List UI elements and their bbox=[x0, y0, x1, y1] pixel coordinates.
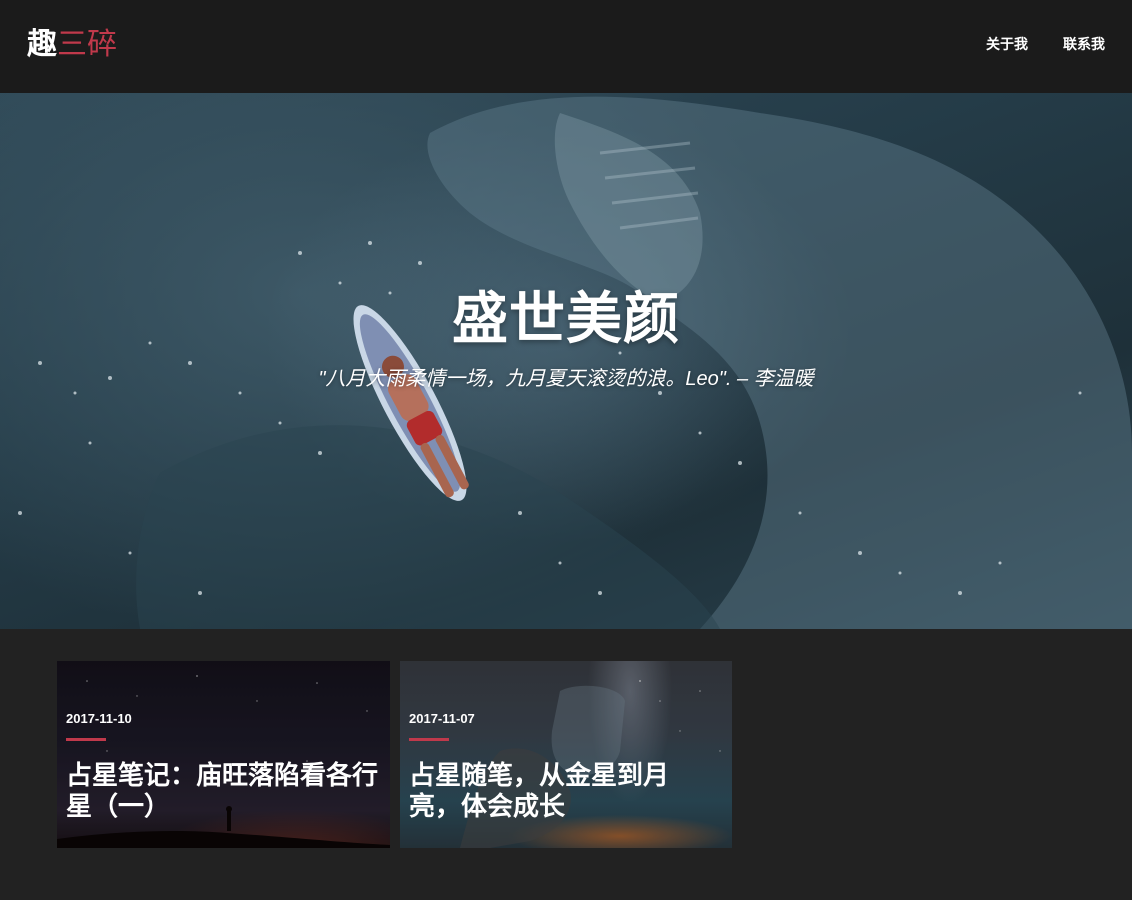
nav-link-about[interactable]: 关于我 bbox=[986, 33, 1028, 55]
post-accent-rule bbox=[66, 738, 106, 741]
site-logo[interactable]: 趣 三碎 bbox=[27, 26, 117, 64]
post-date: 2017-11-07 bbox=[409, 711, 475, 726]
post-title[interactable]: 占星笔记：庙旺落陷看各行星（一） bbox=[66, 760, 378, 822]
post-list: 2017-11-10 占星笔记：庙旺落陷看各行星（一） 2017-11-07 占… bbox=[57, 661, 732, 848]
post-accent-rule bbox=[409, 738, 449, 741]
post-card[interactable]: 2017-11-07 占星随笔，从金星到月亮，体会成长 bbox=[400, 661, 732, 848]
post-card[interactable]: 2017-11-10 占星笔记：庙旺落陷看各行星（一） bbox=[57, 661, 390, 848]
post-date: 2017-11-10 bbox=[66, 711, 132, 726]
hero-banner: 盛世美颜 "八月大雨柔情一场，九月夏天滚烫的浪。Leo". – 李温暖 bbox=[0, 93, 1132, 629]
logo-accent-text: 三碎 bbox=[57, 28, 117, 61]
post-title[interactable]: 占星随笔，从金星到月亮，体会成长 bbox=[409, 760, 720, 822]
hero-quote: "八月大雨柔情一场，九月夏天滚烫的浪。Leo". – 李温暖 bbox=[318, 368, 814, 390]
top-navbar: 趣 三碎 关于我 联系我 bbox=[0, 0, 1132, 93]
logo-primary-text: 趣 bbox=[27, 28, 57, 61]
hero-title: 盛世美颜 bbox=[452, 287, 680, 350]
nav-links: 关于我 联系我 bbox=[986, 33, 1105, 55]
hero-content: 盛世美颜 "八月大雨柔情一场，九月夏天滚烫的浪。Leo". – 李温暖 bbox=[0, 283, 1132, 393]
nav-link-contact[interactable]: 联系我 bbox=[1063, 33, 1105, 55]
